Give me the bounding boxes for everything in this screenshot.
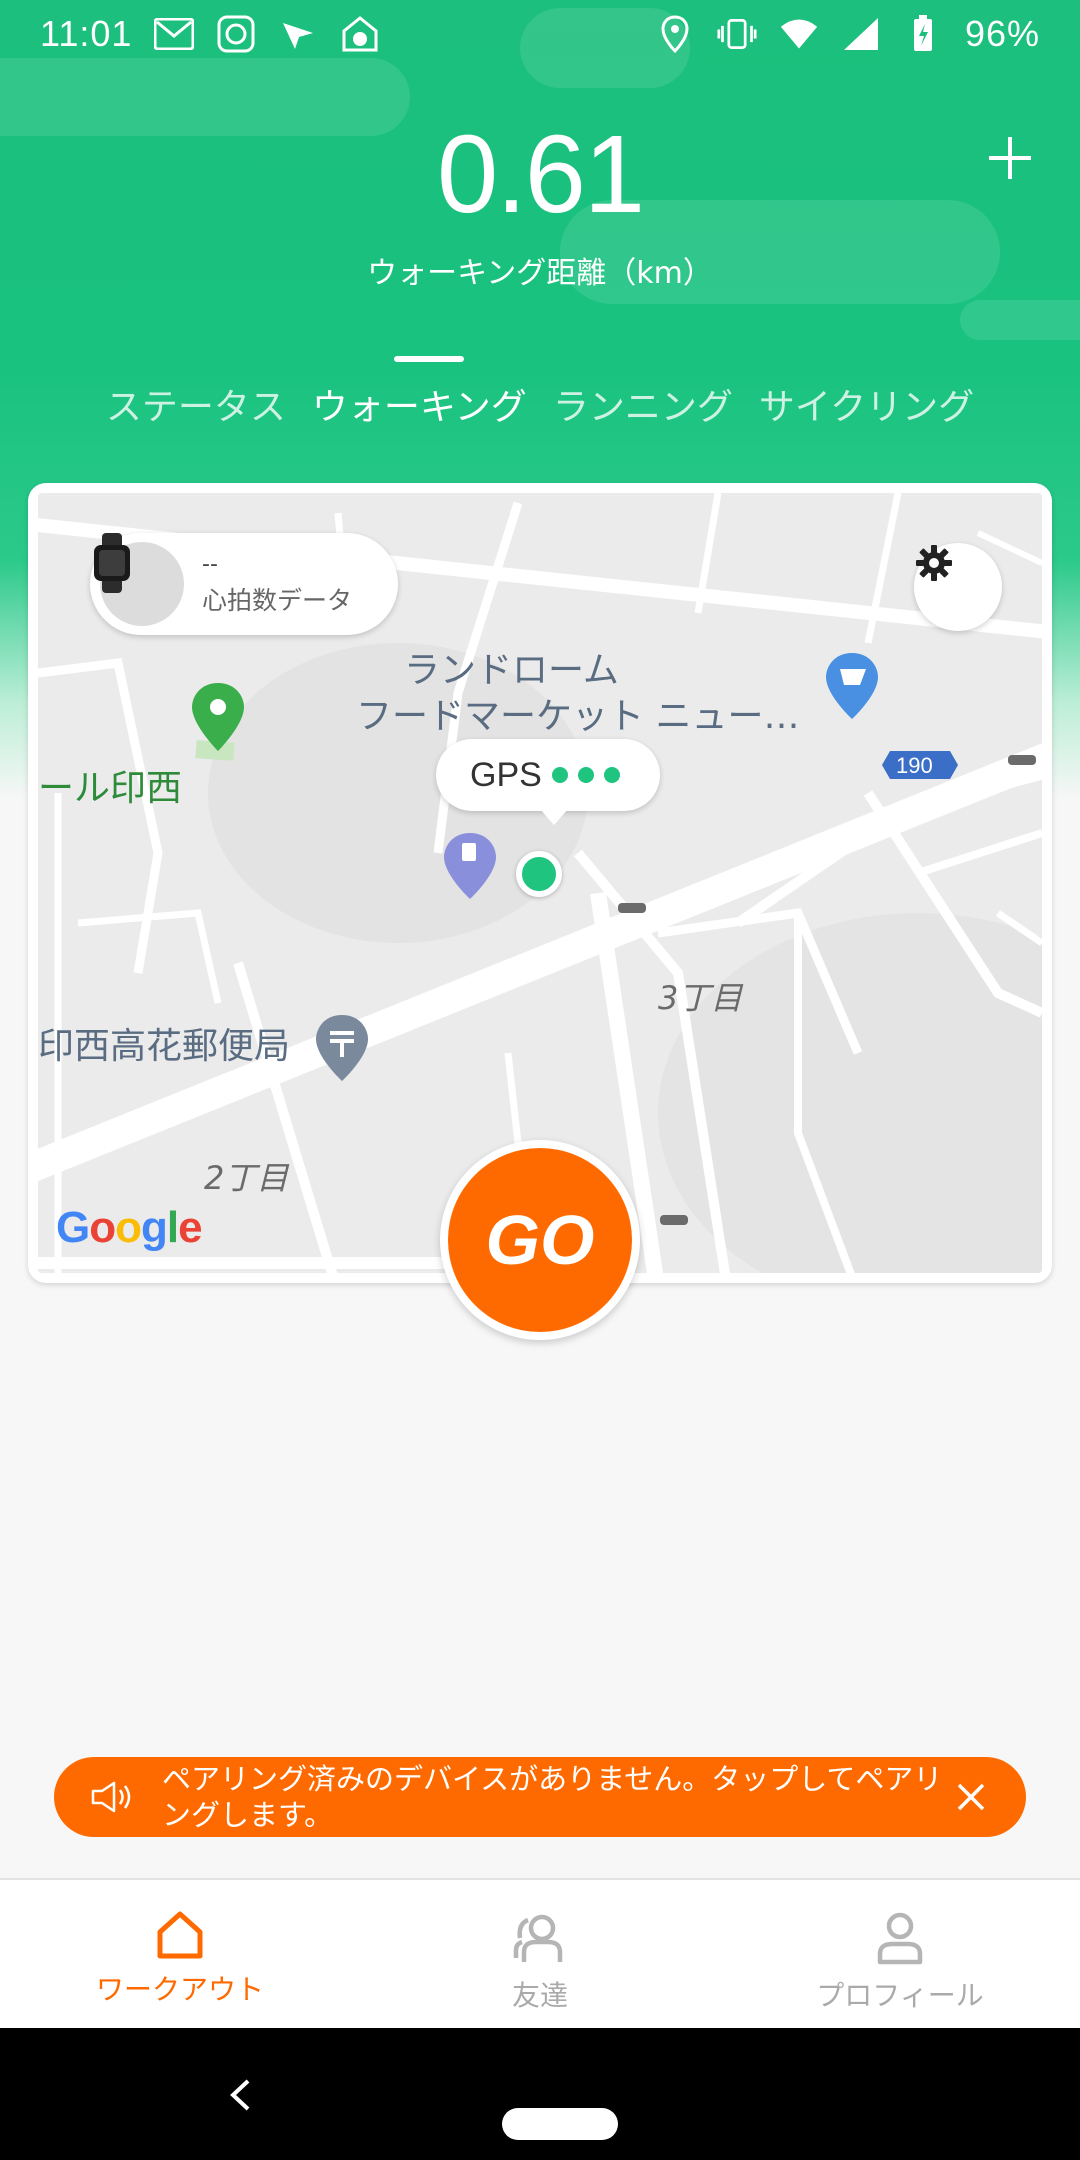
soccer-ball-icon: [340, 14, 380, 54]
nav-friends-label: 友達: [511, 1979, 568, 2012]
distance-value: 0.61: [436, 113, 645, 236]
profile-icon: [877, 1912, 923, 1965]
workout-tabs: ステータス ウォーキング ランニング サイクリング: [0, 378, 1080, 430]
distance-label: ウォーキング距離（km）: [367, 256, 713, 291]
nav-profile-label: プロフィール: [816, 1979, 984, 2012]
map-settings-button[interactable]: [914, 543, 1002, 631]
map-label-park: ール印西: [38, 768, 183, 809]
go-button[interactable]: GO: [440, 1140, 640, 1340]
friends-icon: [513, 1914, 563, 1962]
google-logo: Google: [56, 1203, 203, 1252]
current-location-dot: [516, 851, 562, 897]
close-icon: [957, 1783, 985, 1811]
active-tab-indicator: [394, 356, 464, 362]
map-label-store-1: ランドローム: [404, 650, 619, 691]
map-label-post-office: 印西高花郵便局: [38, 1026, 291, 1067]
nav-workout-label: ワークアウト: [95, 1973, 264, 2006]
route-shield-label: 190: [896, 753, 933, 778]
system-back-button[interactable]: [218, 2070, 262, 2120]
map-label-chome2: 2丁目: [204, 1159, 289, 1197]
pairing-banner-text: ペアリング済みのデバイスがありません。タップしてペアリングします。: [162, 1762, 943, 1832]
signal-icon: [841, 14, 881, 54]
vibrate-icon: [717, 14, 757, 54]
heart-rate-pill[interactable]: -- 心拍数データ: [90, 533, 398, 635]
battery-percent: 96%: [964, 13, 1040, 54]
gps-signal-dot: [603, 767, 620, 783]
heart-rate-label: 心拍数データ: [202, 585, 353, 615]
tab-cycling[interactable]: サイクリング: [757, 378, 976, 430]
wifi-icon: [779, 14, 819, 54]
watch-icon: [94, 533, 184, 626]
speaker-icon: [91, 1781, 131, 1813]
pairing-banner[interactable]: ペアリング済みのデバイスがありません。タップしてペアリングします。: [54, 1757, 1026, 1837]
tab-running[interactable]: ランニング: [551, 378, 735, 430]
system-home-pill[interactable]: [502, 2108, 618, 2140]
banner-close-button[interactable]: [946, 1772, 996, 1822]
gps-label: GPS: [470, 755, 542, 794]
mi-fit-icon: [216, 14, 256, 54]
nav-profile[interactable]: プロフィール: [720, 1880, 1080, 2028]
go-label: GO: [448, 1148, 632, 1332]
tab-walking[interactable]: ウォーキング: [310, 378, 529, 430]
gps-signal-dot: [551, 767, 568, 783]
heart-rate-value: --: [202, 551, 218, 577]
location-pin-icon: [655, 14, 695, 54]
map-label-chome3: 3丁目: [658, 979, 743, 1017]
home-icon: [157, 1911, 203, 1959]
bottom-navigation: ワークアウト 友達 プロフィール: [0, 1878, 1080, 2028]
status-bar: 11:01 96%: [0, 0, 1080, 68]
status-time: 11:01: [40, 13, 133, 54]
location-arrow-icon: [278, 14, 318, 54]
nav-workout[interactable]: ワークアウト: [0, 1880, 360, 2028]
gear-icon: [916, 545, 952, 581]
gps-signal-dot: [577, 767, 594, 783]
tab-status[interactable]: ステータス: [104, 378, 288, 430]
system-navigation-bar: [0, 2028, 1080, 2160]
gmail-icon: [154, 14, 195, 54]
map-label-store-2: フードマーケット ニュー…: [356, 696, 800, 737]
back-chevron-icon: [230, 2079, 250, 2111]
nav-friends[interactable]: 友達: [360, 1880, 720, 2028]
gps-status-bubble: GPS: [436, 739, 660, 825]
battery-charging-icon: [903, 14, 943, 54]
